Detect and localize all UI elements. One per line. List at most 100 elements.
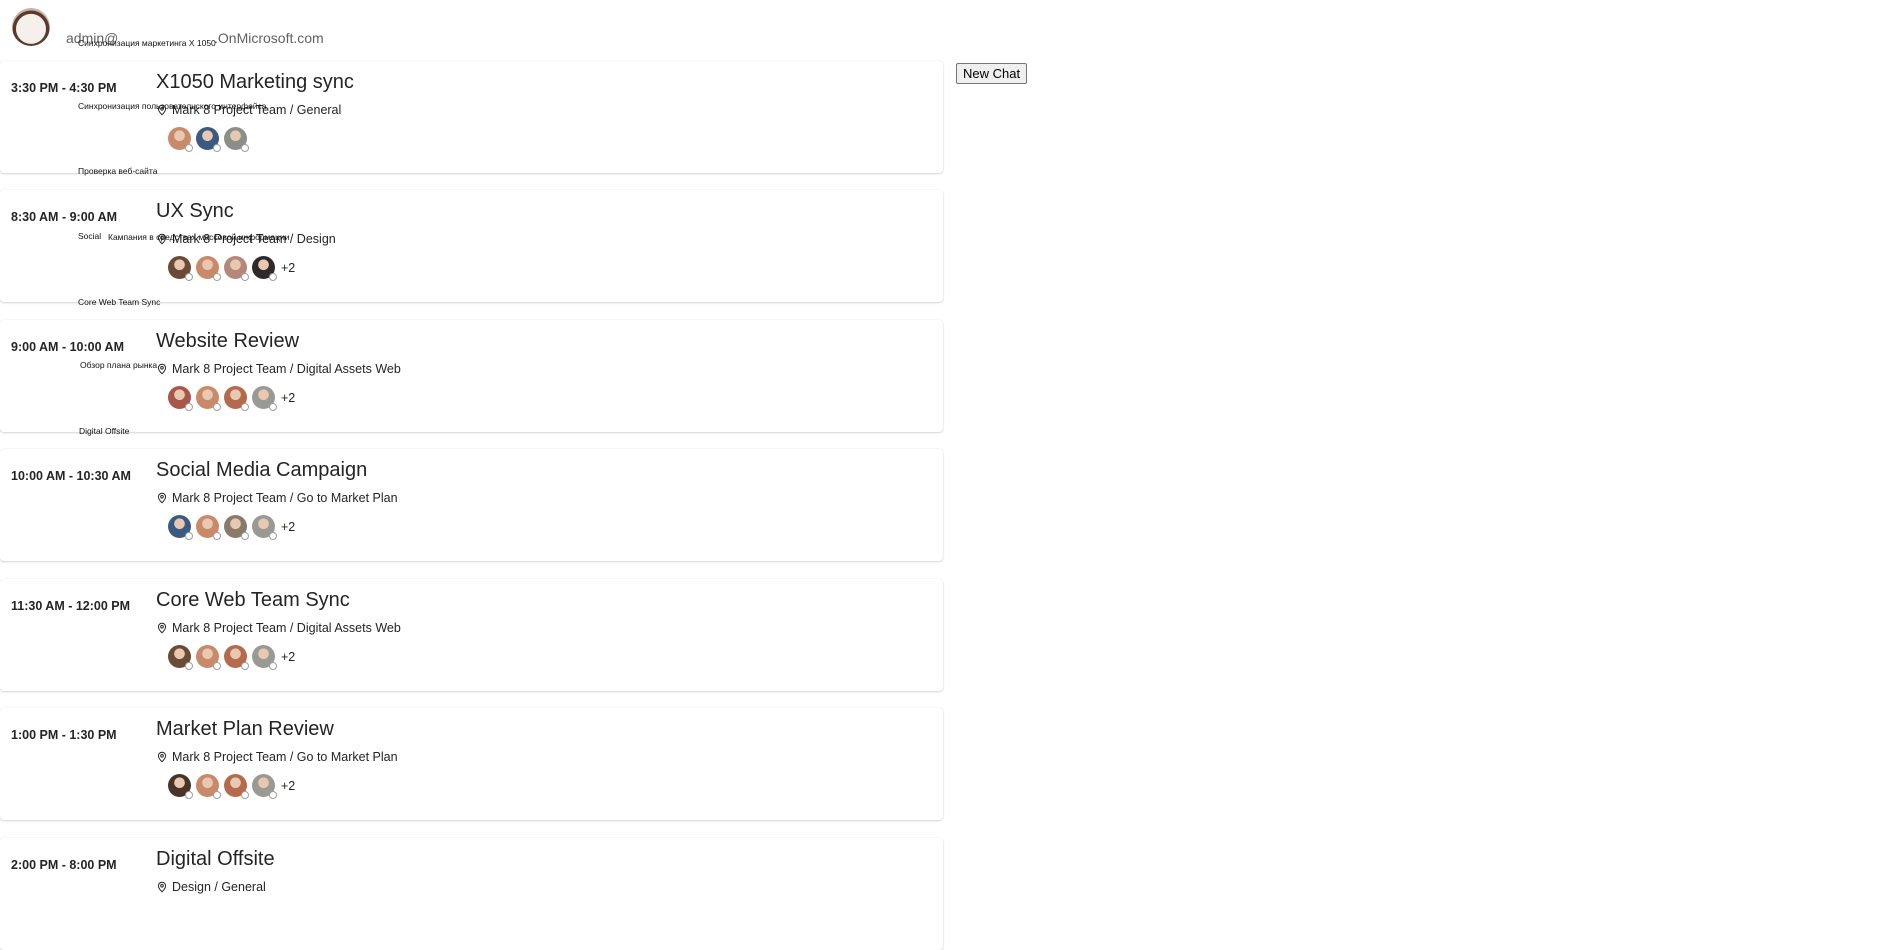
attendee-avatar[interactable] (252, 386, 277, 411)
location-pin-icon (157, 622, 167, 634)
presence-status-icon (185, 144, 193, 152)
presence-status-icon (269, 532, 277, 540)
more-attendees-count[interactable]: +2 (281, 261, 295, 275)
presence-status-icon (213, 273, 221, 281)
overlay-label: Обзор плана рынка (80, 360, 158, 370)
presence-status-icon (241, 273, 249, 281)
attendee-avatar[interactable] (168, 386, 193, 411)
meeting-location: Design / General (156, 880, 266, 894)
presence-status-icon (241, 791, 249, 799)
meeting-time: 9:00 AM - 10:00 AM (11, 340, 124, 354)
meeting-title[interactable]: Market Plan Review (156, 718, 334, 741)
presence-status-icon (241, 403, 249, 411)
meeting-location-text: Mark 8 Project Team / Go to Market Plan (172, 491, 398, 505)
location-pin-icon (157, 492, 167, 504)
meeting-location-text: Mark 8 Project Team / Go to Market Plan (172, 750, 398, 764)
meeting-card[interactable]: 10:00 AM - 10:30 AM Social Media Campaign… (0, 449, 943, 561)
presence-status-icon (185, 662, 193, 670)
attendee-list: +2 (168, 645, 295, 670)
meeting-location-text: Design / General (172, 880, 266, 894)
attendee-list: +2 (168, 256, 295, 281)
presence-status-icon (185, 273, 193, 281)
attendee-avatar[interactable] (196, 515, 221, 540)
attendee-avatar[interactable] (196, 386, 221, 411)
user-avatar[interactable] (12, 8, 50, 46)
overlay-label: Синхронизация маркетинга X 1050 (78, 38, 216, 48)
presence-status-icon (269, 403, 277, 411)
presence-status-icon (269, 662, 277, 670)
meeting-card[interactable]: 9:00 AM - 10:00 AM Website Review Mark 8 P… (0, 320, 943, 432)
meeting-title[interactable]: Website Review (156, 330, 299, 353)
presence-status-icon (269, 791, 277, 799)
attendee-list: +2 (168, 386, 295, 411)
attendee-avatar[interactable] (168, 256, 193, 281)
attendee-avatar[interactable] (196, 256, 221, 281)
meeting-location-text: Mark 8 Project Team / Digital Assets Web (172, 362, 401, 376)
attendee-avatar[interactable] (196, 774, 221, 799)
attendee-avatar[interactable] (224, 515, 249, 540)
attendee-avatar[interactable] (224, 774, 249, 799)
meeting-location: Mark 8 Project Team / Go to Market Plan (156, 491, 398, 505)
attendee-avatar[interactable] (252, 515, 277, 540)
presence-status-icon (213, 791, 221, 799)
meeting-card[interactable]: 11:30 AM - 12:00 PM Core Web Team Sync Mar… (0, 579, 943, 691)
presence-status-icon (269, 273, 277, 281)
meeting-time: 3:30 PM - 4:30 PM (11, 81, 117, 95)
meeting-location-text: Mark 8 Project Team / Digital Assets Web (172, 621, 401, 635)
meeting-time: 11:30 AM - 12:00 PM (11, 599, 131, 613)
user-domain: .OnMicrosoft.com (214, 30, 324, 46)
presence-status-icon (213, 662, 221, 670)
attendee-avatar[interactable] (252, 256, 277, 281)
location-pin-icon (157, 363, 167, 375)
attendee-avatar[interactable] (224, 127, 249, 152)
meeting-title[interactable]: UX Sync (156, 200, 234, 223)
attendee-list: +2 (168, 774, 295, 799)
meeting-time: 8:30 AM - 9:00 AM (11, 210, 118, 224)
overlay-label: Core Web Team Sync (78, 297, 161, 307)
overlay-label: Digital Offsite (79, 426, 130, 436)
meeting-location: Mark 8 Project Team / Go to Market Plan (156, 750, 398, 764)
attendee-avatar[interactable] (168, 515, 193, 540)
meeting-card[interactable]: 3:30 PM - 4:30 PM X1050 Marketing sync Mar… (0, 61, 943, 173)
presence-status-icon (213, 144, 221, 152)
overlay-label: Social (78, 231, 102, 241)
attendee-list (168, 127, 249, 152)
attendee-avatar[interactable] (168, 774, 193, 799)
more-attendees-count[interactable]: +2 (281, 650, 295, 664)
meeting-time: 2:00 PM - 8:00 PM (11, 858, 117, 872)
meeting-card[interactable]: 1:00 PM - 1:30 PM Market Plan Review Mark … (0, 708, 943, 820)
overlay-label: Синхронизация пользовательского интерфей… (78, 101, 267, 111)
attendee-avatar[interactable] (224, 645, 249, 670)
presence-status-icon (213, 532, 221, 540)
presence-status-icon (185, 532, 193, 540)
meeting-title[interactable]: Digital Offsite (156, 848, 275, 871)
new-chat-button[interactable]: New Chat (956, 63, 1028, 84)
meeting-title[interactable]: Social Media Campaign (156, 459, 367, 482)
attendee-avatar[interactable] (196, 127, 221, 152)
meeting-location: Mark 8 Project Team / Digital Assets Web (156, 621, 401, 635)
attendee-avatar[interactable] (196, 645, 221, 670)
presence-status-icon (185, 791, 193, 799)
attendee-avatar[interactable] (224, 386, 249, 411)
attendee-avatar[interactable] (168, 127, 193, 152)
attendee-avatar[interactable] (252, 645, 277, 670)
meeting-time: 1:00 PM - 1:30 PM (11, 728, 117, 742)
meeting-title[interactable]: Core Web Team Sync (156, 589, 350, 612)
attendee-avatar[interactable] (224, 256, 249, 281)
meeting-location: Mark 8 Project Team / Digital Assets Web (156, 362, 401, 376)
meeting-title[interactable]: X1050 Marketing sync (156, 71, 354, 94)
meeting-card[interactable]: 2:00 PM - 8:00 PM Digital Offsite Design /… (0, 838, 943, 950)
more-attendees-count[interactable]: +2 (281, 391, 295, 405)
presence-status-icon (241, 144, 249, 152)
presence-status-icon (185, 403, 193, 411)
attendee-avatar[interactable] (252, 774, 277, 799)
attendee-list: +2 (168, 515, 295, 540)
presence-status-icon (241, 532, 249, 540)
presence-status-icon (241, 662, 249, 670)
more-attendees-count[interactable]: +2 (281, 779, 295, 793)
more-attendees-count[interactable]: +2 (281, 520, 295, 534)
meeting-card[interactable]: 8:30 AM - 9:00 AM UX Sync Mark 8 Project T… (0, 190, 943, 302)
meeting-time: 10:00 AM - 10:30 AM (11, 469, 131, 483)
location-pin-icon (157, 751, 167, 763)
attendee-avatar[interactable] (168, 645, 193, 670)
